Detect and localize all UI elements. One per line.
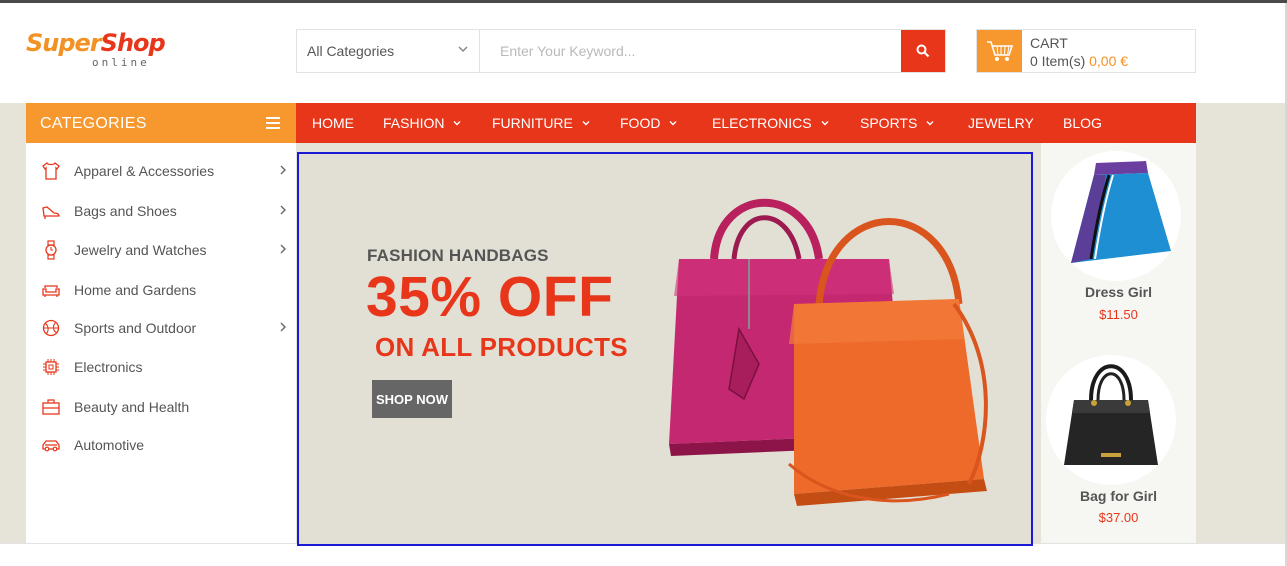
skirt-image xyxy=(1071,161,1171,263)
cart-title: CART xyxy=(1030,35,1068,51)
category-select-value: All Categories xyxy=(307,43,395,59)
product-image-dress[interactable] xyxy=(1051,151,1181,281)
hero-banner[interactable]: FASHION HANDBAGS 35% OFF ON ALL PRODUCTS… xyxy=(297,152,1033,546)
main-nav: HOME FASHION FURNITURE FOOD ELECTRONICS … xyxy=(296,103,1196,143)
chevron-down-icon xyxy=(669,121,677,126)
nav-furniture[interactable]: FURNITURE xyxy=(492,103,590,143)
category-item-jewelry-watches[interactable]: Jewelry and Watches xyxy=(26,231,296,269)
nav-label: SPORTS xyxy=(860,115,918,131)
category-label: Jewelry and Watches xyxy=(74,242,207,258)
nav-label: FURNITURE xyxy=(492,115,573,131)
nav-fashion[interactable]: FASHION xyxy=(383,103,461,143)
menu-icon xyxy=(266,117,280,129)
product-image-bag[interactable] xyxy=(1046,355,1176,485)
product-price: $37.00 xyxy=(1098,510,1139,525)
search-icon xyxy=(916,44,930,58)
category-item-beauty-health[interactable]: Beauty and Health xyxy=(26,388,296,426)
cart-item-count: 0 Item(s) xyxy=(1030,53,1086,69)
categories-list: Apparel & Accessories Bags and Shoes Jew… xyxy=(26,143,296,543)
search-bar: All Categories xyxy=(296,29,946,73)
shoe-icon xyxy=(42,206,60,219)
shirt-icon xyxy=(42,162,60,180)
page-bottom xyxy=(0,543,1285,566)
product-price: $11.50 xyxy=(1099,307,1138,322)
category-item-bags-shoes[interactable]: Bags and Shoes xyxy=(26,192,296,230)
nav-home[interactable]: HOME xyxy=(312,103,354,143)
category-item-sports-outdoor[interactable]: Sports and Outdoor xyxy=(26,309,296,347)
nav-blog[interactable]: BLOG xyxy=(1063,103,1102,143)
categories-toggle[interactable]: CATEGORIES xyxy=(26,103,296,143)
nav-label: ELECTRONICS xyxy=(712,115,812,131)
nav-food[interactable]: FOOD xyxy=(620,103,677,143)
sofa-icon xyxy=(42,285,60,297)
black-bag-image xyxy=(1064,364,1158,465)
chevron-down-icon xyxy=(453,121,461,126)
logo-part-shop: Shop xyxy=(100,29,166,57)
chevron-down-icon xyxy=(821,121,829,126)
site-header: SuperShop online All Categories CART 0 xyxy=(0,3,1285,103)
logo-part-super: Super xyxy=(26,29,102,57)
chevron-right-icon xyxy=(280,244,286,254)
nav-electronics[interactable]: ELECTRONICS xyxy=(712,103,829,143)
nav-jewelry[interactable]: JEWELRY xyxy=(968,103,1034,143)
cart-amount: 0,00 € xyxy=(1089,53,1129,69)
chevron-right-icon xyxy=(280,165,286,175)
watch-icon xyxy=(45,240,57,260)
car-icon xyxy=(42,440,60,452)
shop-now-button[interactable]: SHOP NOW xyxy=(372,380,452,418)
nav-label: JEWELRY xyxy=(968,115,1034,131)
chevron-down-icon xyxy=(926,121,934,126)
category-item-home-gardens[interactable]: Home and Gardens xyxy=(26,271,296,309)
category-label: Sports and Outdoor xyxy=(74,320,197,336)
search-button[interactable] xyxy=(901,30,945,72)
featured-products: Dress Girl $11.50 Bag for Girl $37.00 xyxy=(1041,143,1196,543)
mini-cart[interactable]: CART 0 Item(s) 0,00 € xyxy=(976,29,1196,73)
chevron-down-icon xyxy=(458,46,468,53)
category-label: Electronics xyxy=(74,359,143,375)
chip-icon xyxy=(43,359,59,375)
category-label: Automotive xyxy=(74,437,145,453)
category-item-electronics[interactable]: Electronics xyxy=(26,348,296,386)
logo-wordmark: SuperShop xyxy=(26,29,166,57)
ball-icon xyxy=(42,319,60,337)
chevron-down-icon xyxy=(582,121,590,126)
category-item-apparel[interactable]: Apparel & Accessories xyxy=(26,152,296,190)
chevron-right-icon xyxy=(280,322,286,332)
category-label: Beauty and Health xyxy=(74,399,190,415)
logo-tagline: online xyxy=(92,56,150,69)
nav-label: BLOG xyxy=(1063,115,1102,131)
category-item-automotive[interactable]: Automotive xyxy=(26,426,296,464)
categories-title: CATEGORIES xyxy=(40,115,147,132)
nav-label: FOOD xyxy=(620,115,661,131)
banner-subheadline: ON ALL PRODUCTS xyxy=(375,332,628,362)
nav-label: HOME xyxy=(312,115,354,131)
nav-label: FASHION xyxy=(383,115,445,131)
category-label: Bags and Shoes xyxy=(74,203,177,219)
banner-kicker: FASHION HANDBAGS xyxy=(367,246,549,265)
cart-icon xyxy=(987,41,1014,61)
product-name[interactable]: Bag for Girl xyxy=(1041,488,1196,504)
chevron-right-icon xyxy=(280,205,286,215)
site-logo[interactable]: SuperShop online xyxy=(26,29,166,75)
category-label: Apparel & Accessories xyxy=(74,163,215,179)
cart-summary: 0 Item(s) 0,00 € xyxy=(1030,53,1128,69)
briefcase-icon xyxy=(42,399,60,415)
banner-headline: 35% OFF xyxy=(366,265,614,329)
nav-sports[interactable]: SPORTS xyxy=(860,103,934,143)
category-select[interactable]: All Categories xyxy=(297,30,480,72)
search-input[interactable] xyxy=(481,30,901,72)
handbags-image xyxy=(669,198,988,506)
category-label: Home and Gardens xyxy=(74,282,197,298)
cart-icon-box xyxy=(977,30,1022,72)
product-name[interactable]: Dress Girl xyxy=(1041,284,1196,300)
